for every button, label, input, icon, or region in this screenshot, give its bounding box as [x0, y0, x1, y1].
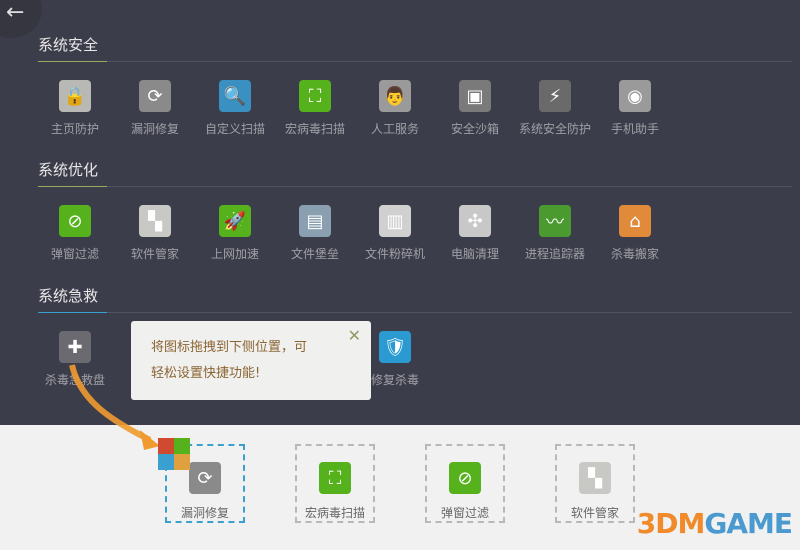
refresh-icon: ⟳ — [139, 80, 171, 112]
shortcut-label: 宏病毒扫描 — [304, 506, 365, 520]
feature-sandbox[interactable]: ▣ 安全沙箱 — [435, 80, 515, 137]
shortcut-icon: ⊘ — [449, 462, 481, 494]
lightning-icon: ⚡ — [539, 80, 571, 112]
software-icon: ▚ — [139, 205, 171, 237]
feature-phone[interactable]: ◉ 手机助手 — [595, 80, 675, 137]
section-title: 系统安全 — [38, 36, 99, 54]
feature-file-vault[interactable]: ▤ 文件堡垒 — [275, 205, 355, 262]
feature-rescue-disk[interactable]: ✚ 杀毒急救盘 — [35, 331, 115, 388]
feature-label: 文件堡垒 — [290, 247, 339, 261]
shortcut-label: 弹窗过滤 — [440, 506, 489, 520]
feature-label: 安全沙箱 — [450, 122, 499, 136]
feature-label: 弹窗过滤 — [50, 247, 99, 261]
feature-label: 上网加速 — [210, 247, 259, 261]
section-divider — [38, 186, 792, 187]
feature-process[interactable]: 〰 进程追踪器 — [515, 205, 595, 262]
sandbox-icon: ▣ — [459, 80, 491, 112]
feature-lightning[interactable]: ⚡ 系统安全防护 — [515, 80, 595, 137]
back-arrow-icon: ← — [6, 0, 25, 25]
section-title: 系统急救 — [38, 287, 99, 305]
shortcut-label: 软件管家 — [570, 506, 619, 520]
feature-scan[interactable]: ⛶ 宏病毒扫描 — [275, 80, 355, 137]
feature-label: 主页防护 — [50, 122, 99, 136]
section-title: 系统优化 — [38, 161, 99, 179]
shortcut-icon: ⟳ — [189, 462, 221, 494]
shortcut-icon: ⛶ — [319, 462, 351, 494]
feature-rocket[interactable]: 🚀 上网加速 — [195, 205, 275, 262]
feature-software[interactable]: ▚ 软件管家 — [115, 205, 195, 262]
feature-lock[interactable]: 🔒 主页防护 — [35, 80, 115, 137]
close-icon[interactable]: ✕ — [348, 323, 361, 349]
shredder-icon: ▥ — [379, 205, 411, 237]
file-vault-icon: ▤ — [299, 205, 331, 237]
section-divider — [38, 61, 792, 62]
process-icon: 〰 — [539, 205, 571, 237]
feature-label: 自定义扫描 — [204, 122, 265, 136]
tooltip-line-1: 将图标拖拽到下侧位置，可 — [151, 340, 308, 355]
shortcut-label: 漏洞修复 — [180, 506, 229, 520]
drag-hint-tooltip: 将图标拖拽到下侧位置，可 轻松设置快捷功能! ✕ — [131, 321, 371, 400]
feature-label: 进程追踪器 — [524, 247, 585, 261]
feature-label: 手机助手 — [610, 122, 659, 136]
rescue-disk-icon: ✚ — [59, 331, 91, 363]
feature-house[interactable]: ⌂ 杀毒搬家 — [595, 205, 675, 262]
rocket-icon: 🚀 — [219, 205, 251, 237]
feature-label: 软件管家 — [130, 247, 179, 261]
feature-shredder[interactable]: ▥ 文件粉碎机 — [355, 205, 435, 262]
feature-label: 杀毒搬家 — [610, 247, 659, 261]
shield-repair-icon: 🛡 — [379, 331, 411, 363]
feature-label: 系统安全防护 — [518, 122, 591, 136]
doctor-icon: 👨 — [379, 80, 411, 112]
shortcut-bar: ⟳ 漏洞修复 ⛶ 宏病毒扫描 ⊘ 弹窗过滤 ▚ 软件管家 3DMGAME — [0, 425, 800, 550]
feature-label: 人工服务 — [370, 122, 419, 136]
scan-icon: ⛶ — [299, 80, 331, 112]
section-divider — [38, 312, 792, 313]
shortcut-slot[interactable]: ⛶ 宏病毒扫描 — [295, 444, 375, 523]
fan-icon: ✣ — [459, 205, 491, 237]
feature-label: 宏病毒扫描 — [284, 122, 345, 136]
feature-label: 杀毒急救盘 — [44, 373, 105, 387]
feature-label: 漏洞修复 — [130, 122, 179, 136]
feature-magnifier[interactable]: 🔍 自定义扫描 — [195, 80, 275, 137]
feature-popup-block[interactable]: ⊘ 弹窗过滤 — [35, 205, 115, 262]
shortcut-slot[interactable]: ▚ 软件管家 — [555, 444, 635, 523]
back-button[interactable]: ← — [0, 0, 42, 38]
tooltip-line-2: 轻松设置快捷功能! — [151, 366, 261, 381]
feature-label: 文件粉碎机 — [364, 247, 425, 261]
feature-doctor[interactable]: 👨 人工服务 — [355, 80, 435, 137]
magnifier-icon: 🔍 — [219, 80, 251, 112]
feature-label: 电脑清理 — [450, 247, 499, 261]
phone-icon: ◉ — [619, 80, 651, 112]
shortcut-slot[interactable]: ⟳ 漏洞修复 — [165, 444, 245, 523]
shortcut-slot[interactable]: ⊘ 弹窗过滤 — [425, 444, 505, 523]
house-icon: ⌂ — [619, 205, 651, 237]
lock-icon: 🔒 — [59, 80, 91, 112]
feature-refresh[interactable]: ⟳ 漏洞修复 — [115, 80, 195, 137]
feature-fan[interactable]: ✣ 电脑清理 — [435, 205, 515, 262]
watermark: 3DMGAME — [636, 507, 793, 540]
popup-block-icon: ⊘ — [59, 205, 91, 237]
shortcut-icon: ▚ — [579, 462, 611, 494]
